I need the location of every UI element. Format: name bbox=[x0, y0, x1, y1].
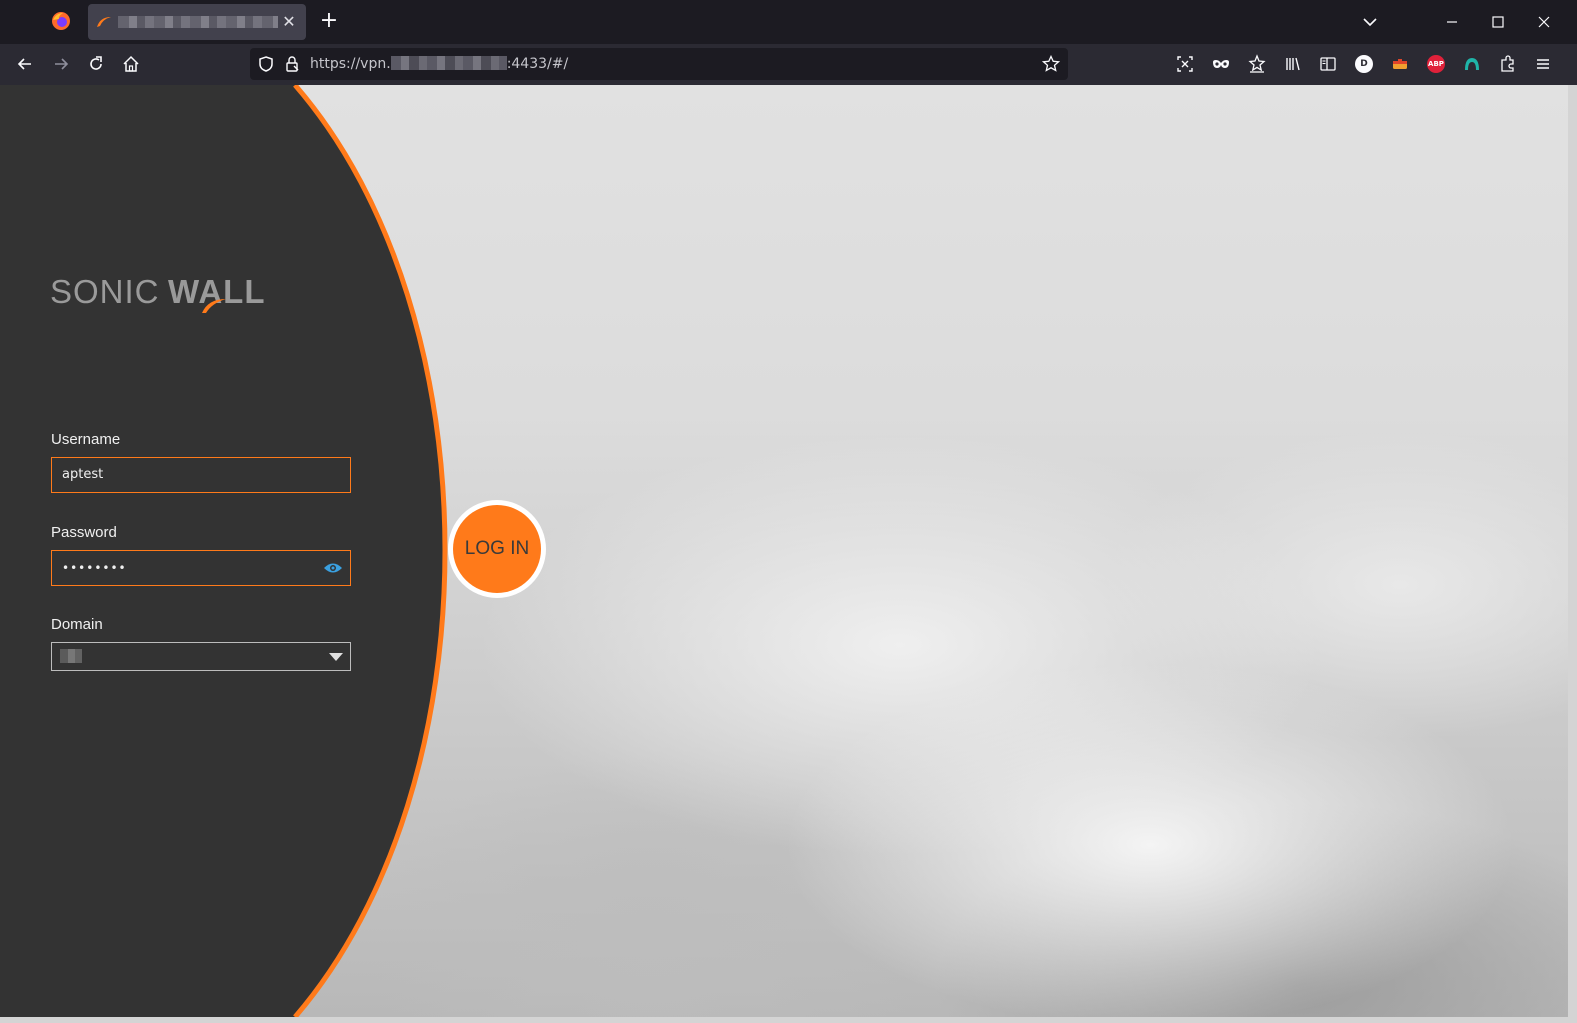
mask-icon[interactable] bbox=[1211, 54, 1231, 74]
window-bottom-border bbox=[0, 1017, 1577, 1023]
tab-close-icon[interactable]: ✕ bbox=[280, 13, 298, 31]
domain-value-redacted bbox=[60, 649, 82, 663]
window-right-border bbox=[1568, 85, 1577, 1023]
sidebar-icon[interactable] bbox=[1318, 54, 1338, 74]
tracking-shield-icon[interactable] bbox=[257, 55, 275, 73]
logo-text-sonic: SONIC bbox=[50, 275, 160, 310]
password-label: Password bbox=[51, 524, 117, 541]
extensions-puzzle-icon[interactable] bbox=[1498, 54, 1518, 74]
list-all-tabs-chevron-icon[interactable] bbox=[1360, 12, 1380, 32]
username-input[interactable]: aptest bbox=[51, 457, 351, 493]
d-extension-badge: D bbox=[1355, 55, 1373, 73]
reload-icon[interactable] bbox=[86, 54, 106, 74]
screenshot-icon[interactable] bbox=[1175, 54, 1195, 74]
minimize-window-icon[interactable] bbox=[1442, 12, 1462, 32]
username-label: Username bbox=[51, 431, 121, 448]
adblock-plus-icon[interactable]: ABP bbox=[1426, 54, 1446, 74]
bookmarks-star-icon[interactable] bbox=[1247, 54, 1267, 74]
url-bar[interactable]: https://vpn. :4433/#/ bbox=[250, 48, 1068, 80]
back-arrow-icon[interactable] bbox=[15, 54, 35, 74]
password-value: •••••••• bbox=[62, 561, 127, 575]
url-text[interactable]: https://vpn. :4433/#/ bbox=[310, 56, 568, 72]
forward-arrow-icon[interactable] bbox=[51, 54, 71, 74]
tab-title-redacted bbox=[118, 16, 278, 28]
chevron-down-icon[interactable] bbox=[328, 651, 344, 663]
password-input[interactable]: •••••••• bbox=[51, 550, 351, 586]
teal-extension-icon[interactable] bbox=[1462, 54, 1482, 74]
logo-text-wall: WALL bbox=[168, 275, 265, 310]
url-host-redacted bbox=[390, 56, 507, 70]
adblock-plus-badge: ABP bbox=[1427, 55, 1445, 73]
url-suffix: :4433/#/ bbox=[506, 56, 569, 72]
sonicwall-favicon-icon bbox=[97, 17, 111, 27]
login-button[interactable]: LOG IN bbox=[448, 500, 546, 598]
bookmark-star-icon[interactable] bbox=[1042, 55, 1060, 73]
d-extension-icon[interactable]: D bbox=[1354, 54, 1374, 74]
navigation-toolbar: https://vpn. :4433/#/ D ABP bbox=[0, 44, 1577, 85]
tab-bar: ✕ + bbox=[0, 0, 1577, 44]
home-icon[interactable] bbox=[121, 54, 141, 74]
close-window-icon[interactable] bbox=[1534, 12, 1554, 32]
login-page: SONIC WALL Username aptest Password ••••… bbox=[0, 85, 1568, 1017]
tab-active[interactable]: ✕ bbox=[88, 4, 306, 40]
sonicwall-logo: SONIC WALL bbox=[50, 275, 265, 313]
login-button-label: LOG IN bbox=[453, 505, 541, 593]
toolbox-extension-icon[interactable] bbox=[1390, 54, 1410, 74]
domain-label: Domain bbox=[51, 616, 103, 633]
firefox-icon[interactable] bbox=[51, 11, 71, 31]
username-value: aptest bbox=[62, 467, 104, 482]
hamburger-menu-icon[interactable] bbox=[1533, 54, 1553, 74]
new-tab-button[interactable]: + bbox=[318, 10, 340, 32]
domain-select[interactable] bbox=[51, 642, 351, 671]
padlock-icon[interactable] bbox=[283, 55, 301, 73]
maximize-window-icon[interactable] bbox=[1488, 12, 1508, 32]
library-icon[interactable] bbox=[1283, 54, 1303, 74]
url-prefix: https://vpn. bbox=[310, 56, 391, 72]
show-password-eye-icon[interactable] bbox=[323, 561, 343, 575]
